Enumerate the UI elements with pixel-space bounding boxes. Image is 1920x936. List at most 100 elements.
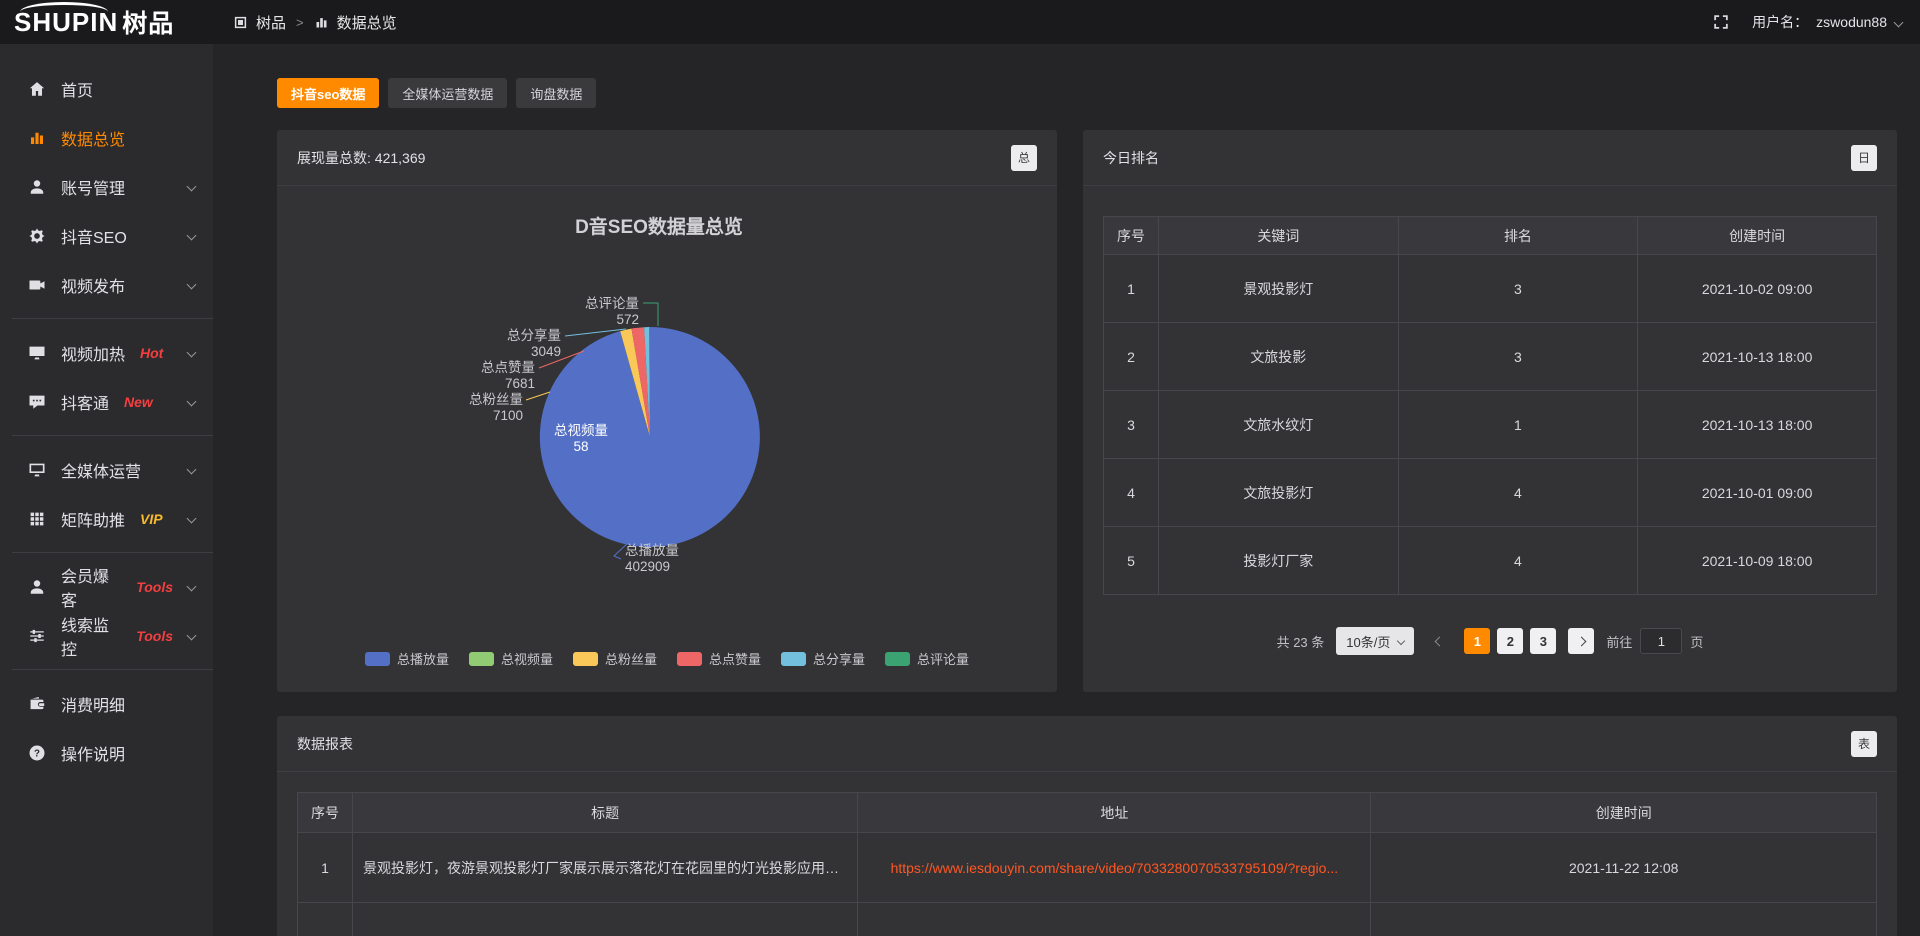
logo-text-cn: 树品 [122,4,174,40]
sidebar: 首页 数据总览 账号管理 抖音SE [0,44,213,936]
chevron-down-icon [187,514,197,524]
sidebar-item-badge: VIP [140,511,163,527]
day-toggle-button[interactable]: 日 [1851,145,1877,171]
sidebar-item-label: 抖音SEO [61,224,127,248]
pagination-page-button[interactable]: 2 [1497,628,1523,654]
chevron-left-icon [1434,636,1444,646]
pie-label: 总播放量402909 [625,543,679,574]
legend-label: 总分享量 [813,649,865,668]
cell-rank: 3 [1398,323,1638,391]
sidebar-item-label: 消费明细 [61,692,125,716]
report-table: 序号标题地址创建时间 1 景观投影灯，夜游景观投影灯厂家展示展示落花灯在花园里的… [297,792,1877,936]
sidebar-item[interactable]: 抖客通 New [0,377,213,426]
table-row: 3 文旅水纹灯 1 2021-10-13 18:00 [1104,391,1877,459]
tab[interactable]: 询盘数据 [516,78,596,108]
sidebar-item-label: 会员爆客 [61,563,121,611]
appstore-icon [233,15,248,30]
member-icon [28,578,46,596]
table-row [298,903,1877,936]
app-logo[interactable]: SHUPIN 树品 [0,4,213,40]
chevron-down-icon [187,465,197,475]
monitor-icon [28,461,46,479]
pie-label-line [643,303,658,326]
sidebar-item-label: 抖客通 [61,390,109,414]
topbar-right: 用户名：zswodun88 [1712,12,1920,32]
sidebar-divider [12,552,213,553]
sidebar-item-label: 矩阵助推 [61,507,125,531]
pagination-prev-button[interactable] [1426,628,1452,654]
sidebar-item-badge: Tools [136,579,173,595]
sidebar-item-badge: Tools [136,628,173,644]
chevron-right-icon [1576,636,1586,646]
sidebar-item-label: 数据总览 [61,126,125,150]
legend-item[interactable]: 总分享量 [781,649,865,668]
sidebar-item[interactable]: 消费明细 [0,679,213,728]
sidebar-item-label: 视频加热 [61,341,125,365]
user-icon [28,178,46,196]
table-header-cell: 关键词 [1159,217,1399,255]
sidebar-item[interactable]: 数据总览 [0,113,213,162]
pagination-page-button[interactable]: 3 [1530,628,1556,654]
breadcrumb: 树品 > 数据总览 [233,12,397,33]
legend-item[interactable]: 总点赞量 [677,649,761,668]
legend-swatch [365,652,390,666]
sidebar-item[interactable]: 全媒体运营 [0,445,213,494]
pagination-next-button[interactable] [1568,628,1594,654]
sidebar-item-label: 首页 [61,77,93,101]
sidebar-item-label: 账号管理 [61,175,125,199]
page-size-select[interactable]: 10条/页 [1336,627,1414,655]
tab[interactable]: 抖音seo数据 [277,78,379,108]
cell-created-time: 2021-10-01 09:00 [1638,459,1877,527]
sidebar-divider [12,318,213,319]
table-header-row: 序号关键词排名创建时间 [1104,217,1877,255]
monitor-play-icon [28,344,46,362]
sidebar-item[interactable]: 视频发布 [0,260,213,309]
goto-page-input[interactable] [1640,628,1682,654]
legend-label: 总粉丝量 [605,649,657,668]
cell-rank: 1 [1398,391,1638,459]
pie-label-line [526,392,550,400]
logo-arc [20,2,108,12]
sidebar-item[interactable]: 矩阵助推 VIP [0,494,213,543]
report-panel-header: 数据报表 表 [277,716,1897,772]
sidebar-item[interactable]: 视频加热 Hot [0,328,213,377]
report-link[interactable]: https://www.iesdouyin.com/share/video/70… [891,860,1339,876]
sidebar-item[interactable]: 账号管理 [0,162,213,211]
legend-item[interactable]: 总播放量 [365,649,449,668]
table-header-cell: 序号 [298,793,353,833]
pagination: 共 23 条 10条/页 123 前往 页 [1103,627,1877,655]
cell-created-time: 2021-10-02 09:00 [1638,255,1877,323]
cell-index: 1 [298,833,353,903]
sidebar-item[interactable]: 抖音SEO [0,211,213,260]
svg-text:?: ? [34,748,40,759]
table-header-cell: 标题 [353,793,858,833]
user-menu[interactable]: 用户名：zswodun88 [1752,12,1902,32]
sidebar-item[interactable]: 首页 [0,64,213,113]
sliders-icon [28,627,46,645]
wallet-icon [28,695,46,713]
pagination-total: 共 23 条 [1277,632,1325,651]
fullscreen-icon[interactable] [1712,13,1730,31]
sidebar-item[interactable]: ? 操作说明 [0,728,213,777]
grid-icon [28,510,46,528]
legend-item[interactable]: 总评论量 [885,649,969,668]
pagination-page-button[interactable]: 1 [1464,628,1490,654]
tab[interactable]: 全媒体运营数据 [388,78,507,108]
table-header-cell: 排名 [1398,217,1638,255]
total-toggle-button[interactable]: 总 [1011,145,1037,171]
sidebar-item[interactable]: 会员爆客 Tools [0,562,213,611]
cell-index: 5 [1104,527,1159,595]
report-panel-title: 数据报表 [297,734,353,754]
table-row: 5 投影灯厂家 4 2021-10-09 18:00 [1104,527,1877,595]
chevron-down-icon [1894,17,1904,27]
pie-chart[interactable]: 总播放量402909总视频量58总粉丝量7100总点赞量7681总分享量3049… [277,186,1057,692]
data-tabs: 抖音seo数据 全媒体运营数据 询盘数据 [277,78,1897,108]
sidebar-item[interactable]: 线索监控 Tools [0,611,213,660]
breadcrumb-root[interactable]: 树品 [256,12,286,33]
sidebar-divider [12,435,213,436]
legend-item[interactable]: 总视频量 [469,649,553,668]
table-header-cell: 创建时间 [1371,793,1877,833]
legend-item[interactable]: 总粉丝量 [573,649,657,668]
table-toggle-button[interactable]: 表 [1851,731,1877,757]
legend-swatch [573,652,598,666]
